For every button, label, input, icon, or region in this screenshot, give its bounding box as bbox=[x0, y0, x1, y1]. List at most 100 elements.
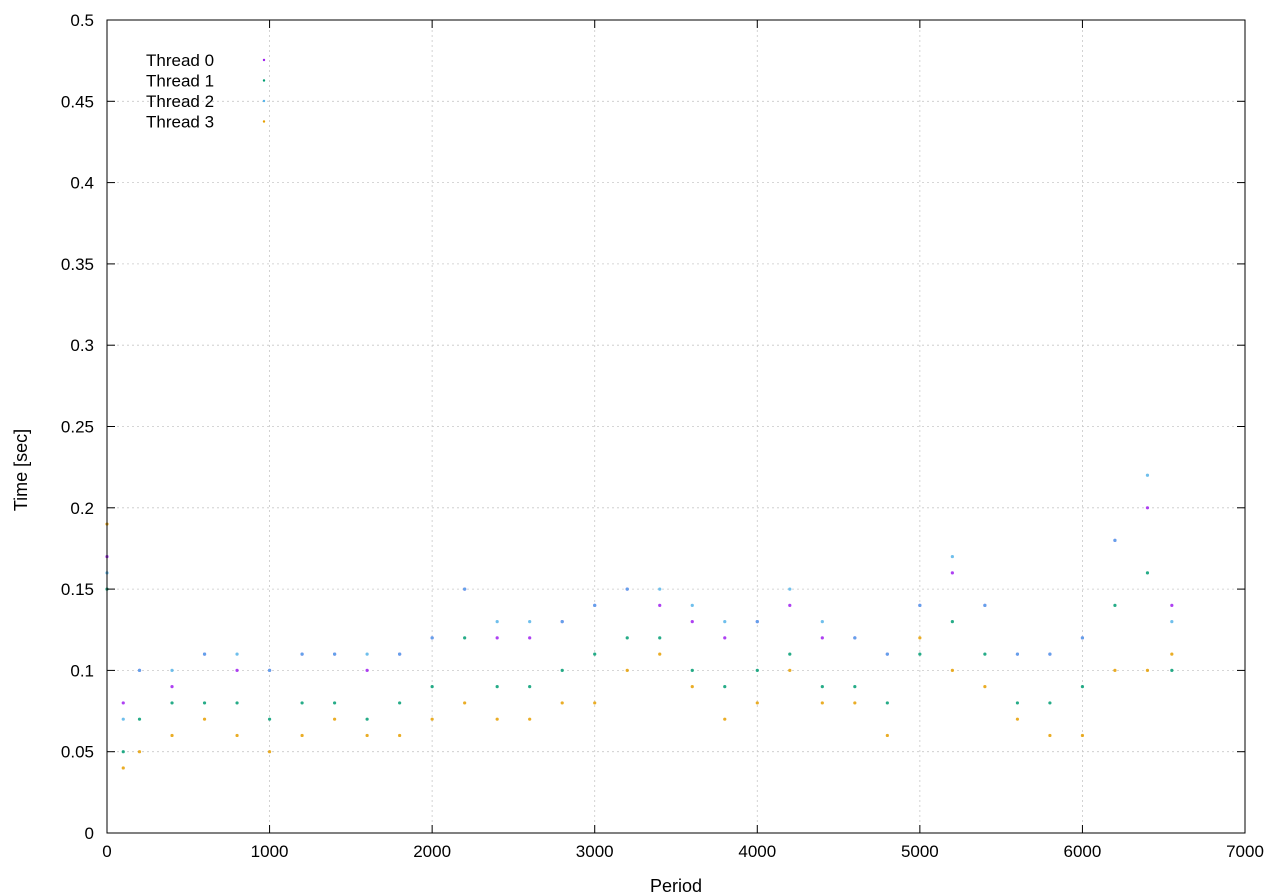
y-tick-label: 0.35 bbox=[61, 255, 94, 274]
y-tick-labels: 0 0.05 0.1 0.15 0.2 0.25 0.3 0.35 0.4 0.45 0.5 bbox=[61, 11, 94, 843]
data-point bbox=[723, 620, 727, 624]
data-point bbox=[690, 603, 694, 607]
series-thread-1 bbox=[105, 571, 1174, 754]
data-point bbox=[853, 685, 857, 689]
x-tick-label: 6000 bbox=[1064, 842, 1102, 861]
legend-label: Thread 3 bbox=[146, 113, 214, 132]
data-point bbox=[593, 701, 597, 705]
data-point bbox=[170, 668, 174, 673]
data-point bbox=[1080, 636, 1085, 640]
x-tick-label: 4000 bbox=[738, 842, 776, 861]
data-point bbox=[1048, 733, 1052, 738]
data-point bbox=[820, 685, 824, 689]
data-point bbox=[463, 701, 467, 705]
data-point bbox=[300, 701, 304, 705]
data-point bbox=[1080, 685, 1085, 689]
data-point bbox=[820, 620, 824, 624]
data-point bbox=[1048, 652, 1052, 656]
data-point bbox=[560, 668, 564, 673]
data-point bbox=[528, 717, 532, 721]
data-point bbox=[137, 668, 142, 673]
y-tick-label: 0.2 bbox=[70, 499, 94, 518]
data-point bbox=[1113, 538, 1117, 542]
data-point bbox=[788, 668, 792, 673]
data-point bbox=[170, 685, 174, 689]
data-point bbox=[333, 717, 337, 721]
data-point bbox=[918, 652, 922, 656]
y-tick-label: 0.05 bbox=[61, 743, 94, 762]
y-tick-label: 0 bbox=[85, 824, 94, 843]
y-tick-label: 0.15 bbox=[61, 580, 94, 599]
data-point bbox=[755, 701, 759, 705]
data-point bbox=[202, 701, 207, 705]
data-point bbox=[1145, 506, 1150, 510]
data-point bbox=[365, 733, 369, 738]
data-points bbox=[105, 473, 1174, 770]
data-point bbox=[788, 587, 792, 591]
data-point bbox=[658, 603, 662, 607]
data-point bbox=[1113, 603, 1117, 607]
data-point bbox=[723, 685, 727, 689]
data-point bbox=[593, 652, 597, 656]
data-point bbox=[235, 652, 239, 656]
legend-marker bbox=[262, 120, 266, 123]
data-point bbox=[853, 636, 857, 640]
y-tick-label: 0.3 bbox=[70, 336, 94, 355]
legend-marker bbox=[262, 99, 266, 103]
legend: Thread 0 Thread 1Thread 2 Thread 3 bbox=[146, 51, 266, 132]
x-tick-label: 3000 bbox=[576, 842, 614, 861]
data-point bbox=[723, 717, 727, 721]
data-point bbox=[950, 620, 954, 624]
data-point bbox=[235, 668, 239, 673]
data-point bbox=[918, 603, 922, 607]
x-tick-label: 7000 bbox=[1226, 842, 1264, 861]
data-point bbox=[593, 603, 597, 607]
grid bbox=[107, 20, 1245, 833]
data-point bbox=[1145, 668, 1150, 673]
data-point bbox=[463, 587, 467, 591]
data-point bbox=[1170, 652, 1174, 656]
y-axis-title: Time [sec] bbox=[11, 429, 31, 511]
data-point bbox=[1170, 668, 1174, 673]
data-point bbox=[755, 668, 759, 673]
data-point bbox=[788, 652, 792, 656]
data-point bbox=[950, 571, 954, 575]
data-point bbox=[885, 701, 889, 705]
y-tick-label: 0.25 bbox=[61, 418, 94, 437]
data-point bbox=[1015, 701, 1020, 705]
data-point bbox=[983, 685, 987, 689]
data-point bbox=[918, 636, 922, 640]
data-point bbox=[267, 717, 272, 721]
data-point bbox=[690, 620, 694, 624]
x-axis-title: Period bbox=[650, 876, 702, 896]
data-point bbox=[398, 701, 402, 705]
data-point bbox=[495, 636, 499, 640]
data-point bbox=[430, 685, 434, 689]
data-point bbox=[463, 636, 467, 640]
data-point bbox=[430, 636, 434, 640]
data-point bbox=[137, 717, 142, 721]
data-point bbox=[560, 620, 564, 624]
x-tick-label: 2000 bbox=[413, 842, 451, 861]
data-point bbox=[658, 587, 662, 591]
data-point bbox=[365, 652, 369, 656]
data-point bbox=[300, 652, 304, 656]
series-thread-0 bbox=[105, 506, 1174, 705]
data-point bbox=[820, 701, 824, 705]
data-point bbox=[121, 717, 125, 721]
data-point bbox=[1145, 473, 1150, 477]
y-tick-label: 0.1 bbox=[70, 661, 94, 680]
legend-marker bbox=[262, 79, 266, 82]
data-point bbox=[528, 685, 532, 689]
data-point bbox=[333, 701, 337, 705]
data-point bbox=[170, 701, 174, 705]
data-point bbox=[398, 652, 402, 656]
x-tick-label: 1000 bbox=[251, 842, 289, 861]
data-point bbox=[121, 701, 125, 705]
data-point bbox=[983, 652, 987, 656]
data-point bbox=[235, 701, 239, 705]
x-tick-labels: 0 1000 2000 3000 4000 5000 6000 7000 bbox=[102, 842, 1264, 861]
data-point bbox=[170, 733, 174, 738]
y-tick-label: 0.45 bbox=[61, 92, 94, 111]
data-point bbox=[365, 668, 369, 673]
